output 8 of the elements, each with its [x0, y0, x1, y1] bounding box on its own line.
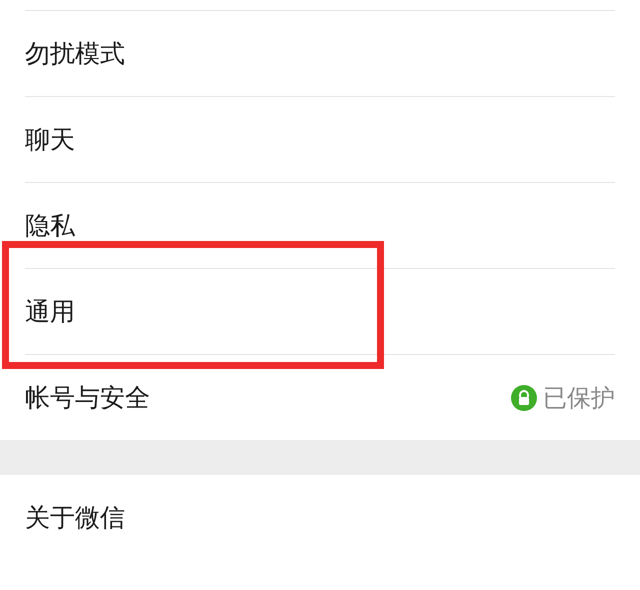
settings-item[interactable]: 勿扰模式 — [25, 37, 125, 70]
settings-item[interactable]: 聊天 — [25, 123, 75, 156]
settings-item[interactable]: 帐号与安全 — [25, 381, 150, 414]
settings-item[interactable]: 隐私 — [25, 209, 75, 242]
settings-item[interactable]: 关于微信 — [25, 501, 125, 534]
lock-icon — [511, 384, 537, 410]
settings-item[interactable]: 通用 — [25, 295, 75, 328]
status-text: 已保护 — [543, 382, 615, 414]
